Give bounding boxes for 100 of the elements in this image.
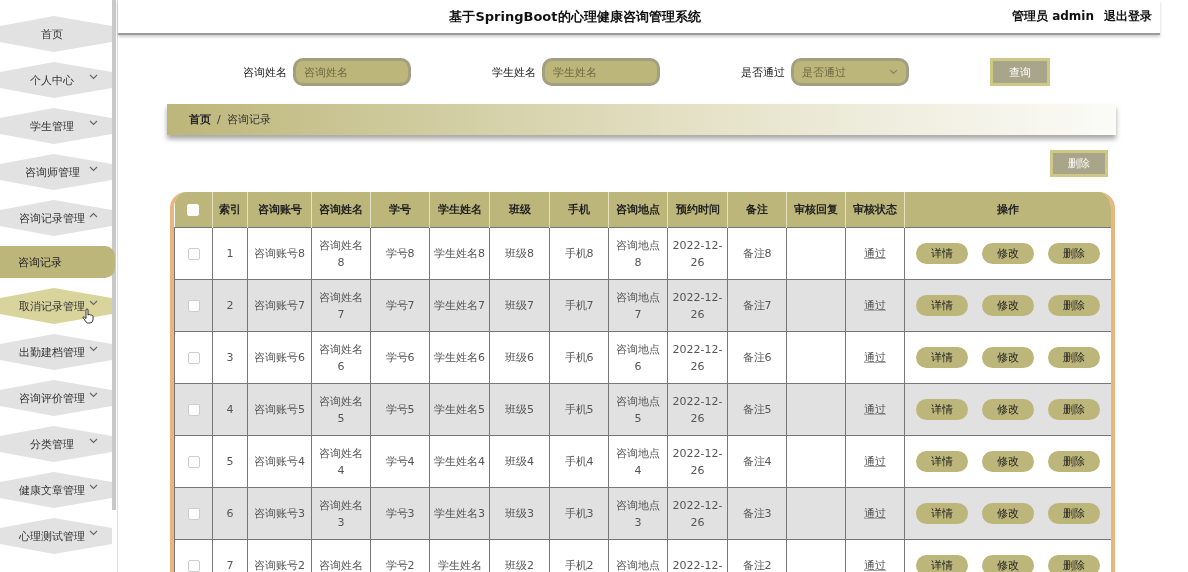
input-field[interactable]: 咨询姓名 [293,58,411,86]
menu-item[interactable]: 咨询评价管理 [0,380,112,416]
table-cell: 咨询姓名7 [319,290,363,321]
breadcrumb-link[interactable]: 首页 [189,112,211,127]
action-button[interactable]: 修改 [982,555,1034,572]
breadcrumb-current: 咨询记录 [226,112,271,127]
action-button[interactable]: 详情 [916,243,968,264]
table-cell: 学号7 [385,299,415,312]
table-cell: 咨询姓名6 [319,342,363,373]
column-header: 操作 [997,203,1019,216]
menu-item[interactable]: 心理测试管理 [0,518,112,554]
table-cell: 学号4 [385,455,415,468]
status-text: 通过 [864,455,886,468]
action-button[interactable]: 删除 [1048,347,1100,368]
table-cell: 学生姓名8 [434,247,485,260]
logout-link[interactable]: 退出登录 [1104,8,1152,25]
action-button[interactable]: 删除 [1048,503,1100,524]
action-button[interactable]: 详情 [916,399,968,420]
action-button[interactable]: 删除 [1048,451,1100,472]
status-text: 通过 [864,351,886,364]
action-button[interactable]: 修改 [982,503,1034,524]
action-button[interactable]: 详情 [916,347,968,368]
table-cell: 咨询账号5 [254,403,305,416]
column-header: 学生姓名 [437,203,482,216]
scrollbar[interactable] [112,0,116,510]
menu-item[interactable]: 健康文章管理 [0,472,112,508]
table-cell: 咨询账号6 [254,351,305,364]
table-cell: 6 [226,507,234,520]
table-cell: 2022-12-26 [672,498,723,529]
app-title: 基于SpringBoot的心理健康咨询管理系统 [448,7,702,26]
table-cell: 咨询地点 [616,559,660,572]
action-button[interactable]: 详情 [916,555,968,572]
column-header: 索引 [219,203,241,216]
table-cell: 5 [226,455,234,468]
table-cell: 咨询地点3 [616,498,660,529]
table-cell: 班级7 [505,299,534,312]
row-checkbox[interactable] [187,560,200,572]
action-button[interactable]: 修改 [982,399,1034,420]
status-text: 通过 [864,507,886,520]
column-header: 手机 [568,203,590,216]
table-cell: 咨询姓名 [319,559,363,572]
table-cell: 班级5 [505,403,534,416]
menu-item[interactable]: 取消记录管理 [0,288,112,324]
table-cell: 咨询姓名3 [319,498,363,529]
input-field[interactable]: 学生姓名 [542,58,660,86]
row-checkbox[interactable] [187,404,200,416]
table-cell: 备注5 [742,403,772,416]
column-header: 审核状态 [853,203,897,216]
menu-item[interactable]: 咨询师管理 [0,154,112,190]
table-cell: 手机8 [564,247,594,260]
menu-item[interactable]: 出勤建档管理 [0,334,112,370]
field-label: 学生姓名 [492,64,536,80]
table-cell: 咨询账号2 [254,559,305,572]
table-cell: 备注8 [742,247,772,260]
table-cell: 学生姓名7 [434,299,485,312]
action-button[interactable]: 修改 [982,451,1034,472]
row-checkbox[interactable] [187,508,200,520]
table-cell: 咨询地点6 [616,342,660,373]
table-cell: 咨询姓名4 [319,446,363,477]
menu-item[interactable]: 个人中心 [0,62,112,98]
row-checkbox[interactable] [187,352,200,364]
row-checkbox[interactable] [187,248,200,260]
table-cell: 备注4 [742,455,772,468]
column-header: 审核回复 [794,203,838,216]
menu-item[interactable]: 首页 [0,16,112,52]
menu-item[interactable]: 分类管理 [0,426,112,462]
table-cell: 班级2 [505,559,534,572]
table-cell: 咨询姓名5 [319,394,363,425]
status-text: 通过 [864,247,886,260]
table-cell: 咨询账号3 [254,507,305,520]
table-cell: 学号3 [385,507,415,520]
select-all-checkbox[interactable] [187,204,200,216]
action-button[interactable]: 修改 [982,295,1034,316]
table-cell: 2022-12-26 [672,446,723,477]
table-cell: 手机3 [564,507,594,520]
action-button[interactable]: 详情 [916,503,968,524]
row-checkbox[interactable] [187,300,200,312]
menu-item[interactable]: 学生管理 [0,108,112,144]
submenu-item[interactable]: 咨询记录 [0,246,115,278]
table-cell: 备注7 [742,299,772,312]
action-button[interactable]: 修改 [982,347,1034,368]
action-button[interactable]: 删除 [1048,243,1100,264]
table-cell: 咨询账号4 [254,455,305,468]
table-cell: 咨询姓名8 [319,238,363,269]
table-cell: 学号2 [385,559,415,572]
action-button[interactable]: 删除 [1048,555,1100,572]
table-cell: 手机5 [564,403,594,416]
action-button[interactable]: 删除 [1048,295,1100,316]
user-label: 管理员 admin [1011,8,1094,25]
action-button[interactable]: 修改 [982,243,1034,264]
menu-item[interactable]: 咨询记录管理 [0,200,112,236]
column-header: 学号 [389,203,411,216]
table-cell: 咨询地点5 [616,394,660,425]
action-button[interactable]: 删除 [1048,399,1100,420]
action-button[interactable]: 详情 [916,295,968,316]
table-cell: 咨询账号7 [254,299,305,312]
table-cell: 手机4 [564,455,594,468]
row-checkbox[interactable] [187,456,200,468]
action-button[interactable]: 详情 [916,451,968,472]
column-header: 班级 [508,203,531,216]
